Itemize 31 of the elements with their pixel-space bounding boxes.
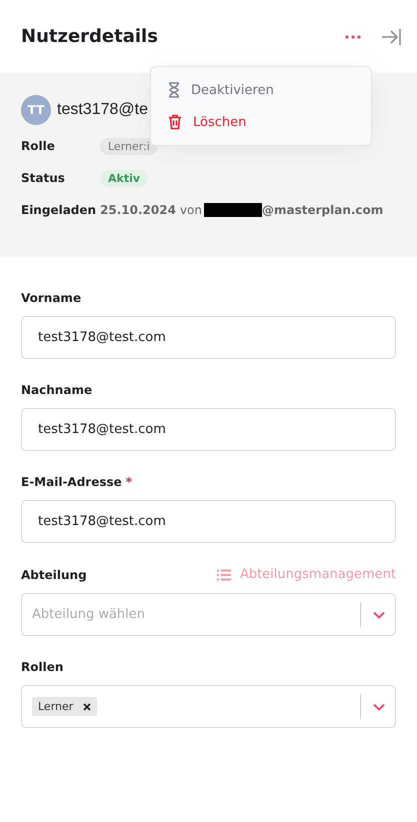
field-label: Nachname xyxy=(21,383,92,397)
field-label: E-Mail-Adresse * xyxy=(21,475,132,489)
field-label: Abteilung xyxy=(21,568,87,582)
status-label: Status xyxy=(21,171,66,185)
field-label: Vorname xyxy=(21,291,82,305)
role-label: Rolle xyxy=(21,139,56,153)
roles-select-field[interactable]: Lerner xyxy=(21,685,396,728)
menu-item[interactable]: Löschen xyxy=(151,106,371,138)
hourglass-icon xyxy=(168,82,180,98)
more-icon[interactable] xyxy=(343,32,363,40)
invited-date: 25.10.2024 xyxy=(100,203,176,217)
invited-by-email: @masterplan.com xyxy=(262,203,384,217)
field-label: Rollen xyxy=(21,660,64,674)
text-input-field[interactable]: test3178@test.com xyxy=(21,500,396,543)
trash-icon xyxy=(168,114,182,130)
role-badge: Lerner:i xyxy=(100,138,158,154)
remove-icon[interactable] xyxy=(83,702,92,710)
role-tag: Lerner xyxy=(32,697,98,716)
redaction-bar xyxy=(204,203,262,217)
menu-item[interactable]: Deaktivieren xyxy=(151,74,371,106)
text-input-field[interactable]: test3178@test.com xyxy=(21,408,396,451)
avatar: TT xyxy=(21,95,51,125)
panel-title: Nutzerdetails xyxy=(21,26,158,47)
chevron-down-icon[interactable] xyxy=(373,702,385,710)
chevron-down-icon[interactable] xyxy=(373,610,385,618)
text-input-field[interactable]: test3178@test.com xyxy=(21,316,396,359)
invited-label: Eingeladen xyxy=(21,203,98,217)
list-icon xyxy=(216,568,231,580)
invited-by-prefix: von xyxy=(180,203,202,217)
user-name: test3178@te xyxy=(57,101,148,119)
status-badge: Aktiv xyxy=(100,170,148,186)
